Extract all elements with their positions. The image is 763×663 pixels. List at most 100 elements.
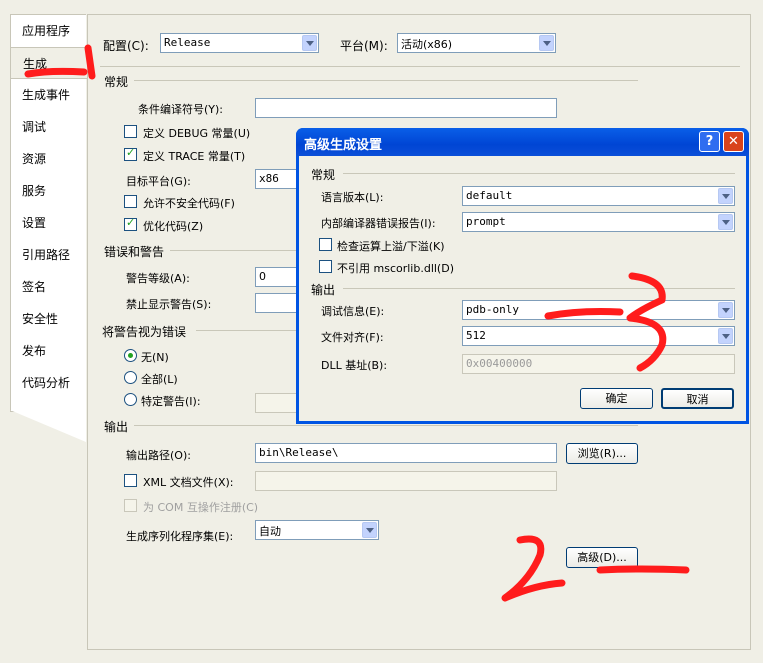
cond-symbols-input[interactable] [255,98,557,118]
overflow-checkbox[interactable] [319,238,332,251]
debug-const-checkbox[interactable] [124,125,137,138]
file-align-value: 512 [466,329,486,342]
config-select[interactable]: Release [160,33,319,53]
debug-info-select[interactable]: pdb-only [462,300,735,320]
sidebar-tail [10,410,86,442]
sidebar-item-resources[interactable]: 资源 [10,143,90,175]
treat-specific-radio[interactable] [124,393,137,406]
output-path-label: 输出路径(O): [126,449,191,462]
chevron-down-icon [718,302,733,318]
chevron-down-icon [718,214,733,230]
sidebar-item-publish[interactable]: 发布 [10,335,90,367]
chevron-down-icon [362,522,377,538]
xml-doc-label: XML 文档文件(X): [143,476,234,489]
dialog-body: 常规 语言版本(L): default 内部编译器错误报告(I): prompt… [299,156,746,421]
treat-none-label: 无(N) [141,351,169,364]
dialog-general-title: 常规 [311,168,336,182]
specific-warnings-input[interactable] [255,393,300,413]
platform-label: 平台(M): [340,39,388,53]
warning-level-label: 警告等级(A): [126,272,190,285]
com-register-checkbox[interactable] [124,499,137,512]
close-icon[interactable]: ✕ [723,131,744,152]
divider [170,250,300,251]
no-mscorlib-label: 不引用 mscorlib.dll(D) [337,262,454,275]
divider [100,66,740,67]
trace-const-label: 定义 TRACE 常量(T) [143,150,246,163]
project-properties-window: 应用程序 生成 生成事件 调试 资源 服务 设置 引用路径 签名 安全性 发布 … [0,0,763,663]
sidebar-item-services[interactable]: 服务 [10,175,90,207]
warning-level-select[interactable]: 0 [255,267,300,287]
platform-value: 活动(x86) [401,38,453,51]
error-report-value: prompt [466,215,506,228]
sidebar: 应用程序 生成 生成事件 调试 资源 服务 设置 引用路径 签名 安全性 发布 … [10,14,90,442]
dialog-title-bar: 高级生成设置 ? ✕ [296,128,749,156]
file-align-select[interactable]: 512 [462,326,735,346]
xml-doc-input[interactable] [255,471,557,491]
treat-none-radio[interactable] [124,349,137,362]
platform-select[interactable]: 活动(x86) [397,33,556,53]
general-section-title: 常规 [104,75,129,89]
lang-version-label: 语言版本(L): [321,191,384,204]
target-platform-label: 目标平台(G): [126,175,191,188]
sidebar-item-build[interactable]: 生成 [10,47,88,79]
output-section-title: 输出 [104,420,129,434]
dialog-title: 高级生成设置 [304,138,383,153]
serialization-label: 生成序列化程序集(E): [126,530,234,543]
advanced-button[interactable]: 高级(D)... [566,547,638,568]
sidebar-item-settings[interactable]: 设置 [10,207,90,239]
suppress-warnings-input[interactable] [255,293,300,313]
treat-all-radio[interactable] [124,371,137,384]
file-align-label: 文件对齐(F): [321,331,384,344]
treat-specific-label: 特定警告(I): [141,395,201,408]
config-value: Release [164,36,211,49]
no-mscorlib-checkbox[interactable] [319,260,332,273]
optimize-checkbox[interactable] [124,216,137,231]
error-report-select[interactable]: prompt [462,212,735,232]
sidebar-item-signing[interactable]: 签名 [10,271,90,303]
treat-all-label: 全部(L) [141,373,178,386]
overflow-label: 检查运算上溢/下溢(K) [337,240,445,253]
treat-warnings-section-title: 将警告视为错误 [102,325,187,339]
chevron-down-icon [539,35,554,51]
sidebar-item-debug[interactable]: 调试 [10,111,90,143]
sidebar-item-reference-paths[interactable]: 引用路径 [10,239,90,271]
help-icon[interactable]: ? [699,131,720,152]
suppress-warnings-label: 禁止显示警告(S): [126,298,212,311]
sidebar-item-application[interactable]: 应用程序 [10,15,90,47]
advanced-build-settings-dialog: 高级生成设置 ? ✕ 常规 语言版本(L): default 内部编译器错误报告… [296,128,749,424]
ok-button[interactable]: 确定 [580,388,653,409]
unsafe-code-checkbox[interactable] [124,195,137,208]
divider [134,80,638,81]
sidebar-item-code-analysis[interactable]: 代码分析 [10,367,90,399]
com-register-label: 为 COM 互操作注册(C) [143,501,259,514]
debug-info-value: pdb-only [466,303,519,316]
sidebar-item-security[interactable]: 安全性 [10,303,90,335]
divider [343,173,735,174]
warning-level-value: 0 [259,270,266,283]
chevron-down-icon [718,188,733,204]
browse-button[interactable]: 浏览(R)... [566,443,638,464]
lang-version-select[interactable]: default [462,186,735,206]
config-label: 配置(C): [103,39,149,53]
error-report-label: 内部编译器错误报告(I): [321,217,436,230]
optimize-label: 优化代码(Z) [143,220,204,233]
cancel-button[interactable]: 取消 [661,388,734,409]
divider [343,288,735,289]
dll-base-label: DLL 基址(B): [321,359,388,372]
debug-const-label: 定义 DEBUG 常量(U) [143,127,251,140]
xml-doc-checkbox[interactable] [124,474,137,487]
dialog-output-title: 输出 [311,283,336,297]
dll-base-input[interactable]: 0x00400000 [462,354,735,374]
chevron-down-icon [718,328,733,344]
chevron-down-icon [302,35,317,51]
serialization-select[interactable]: 自动 [255,520,379,540]
errors-section-title: 错误和警告 [104,245,165,259]
unsafe-code-label: 允许不安全代码(F) [143,197,235,210]
lang-version-value: default [466,189,513,202]
trace-const-checkbox[interactable] [124,146,137,161]
cond-symbols-label: 条件编译符号(Y): [138,103,224,116]
serialization-value: 自动 [259,525,281,538]
sidebar-item-build-events[interactable]: 生成事件 [10,79,90,111]
output-path-input[interactable]: bin\Release\ [255,443,557,463]
divider [134,425,638,426]
